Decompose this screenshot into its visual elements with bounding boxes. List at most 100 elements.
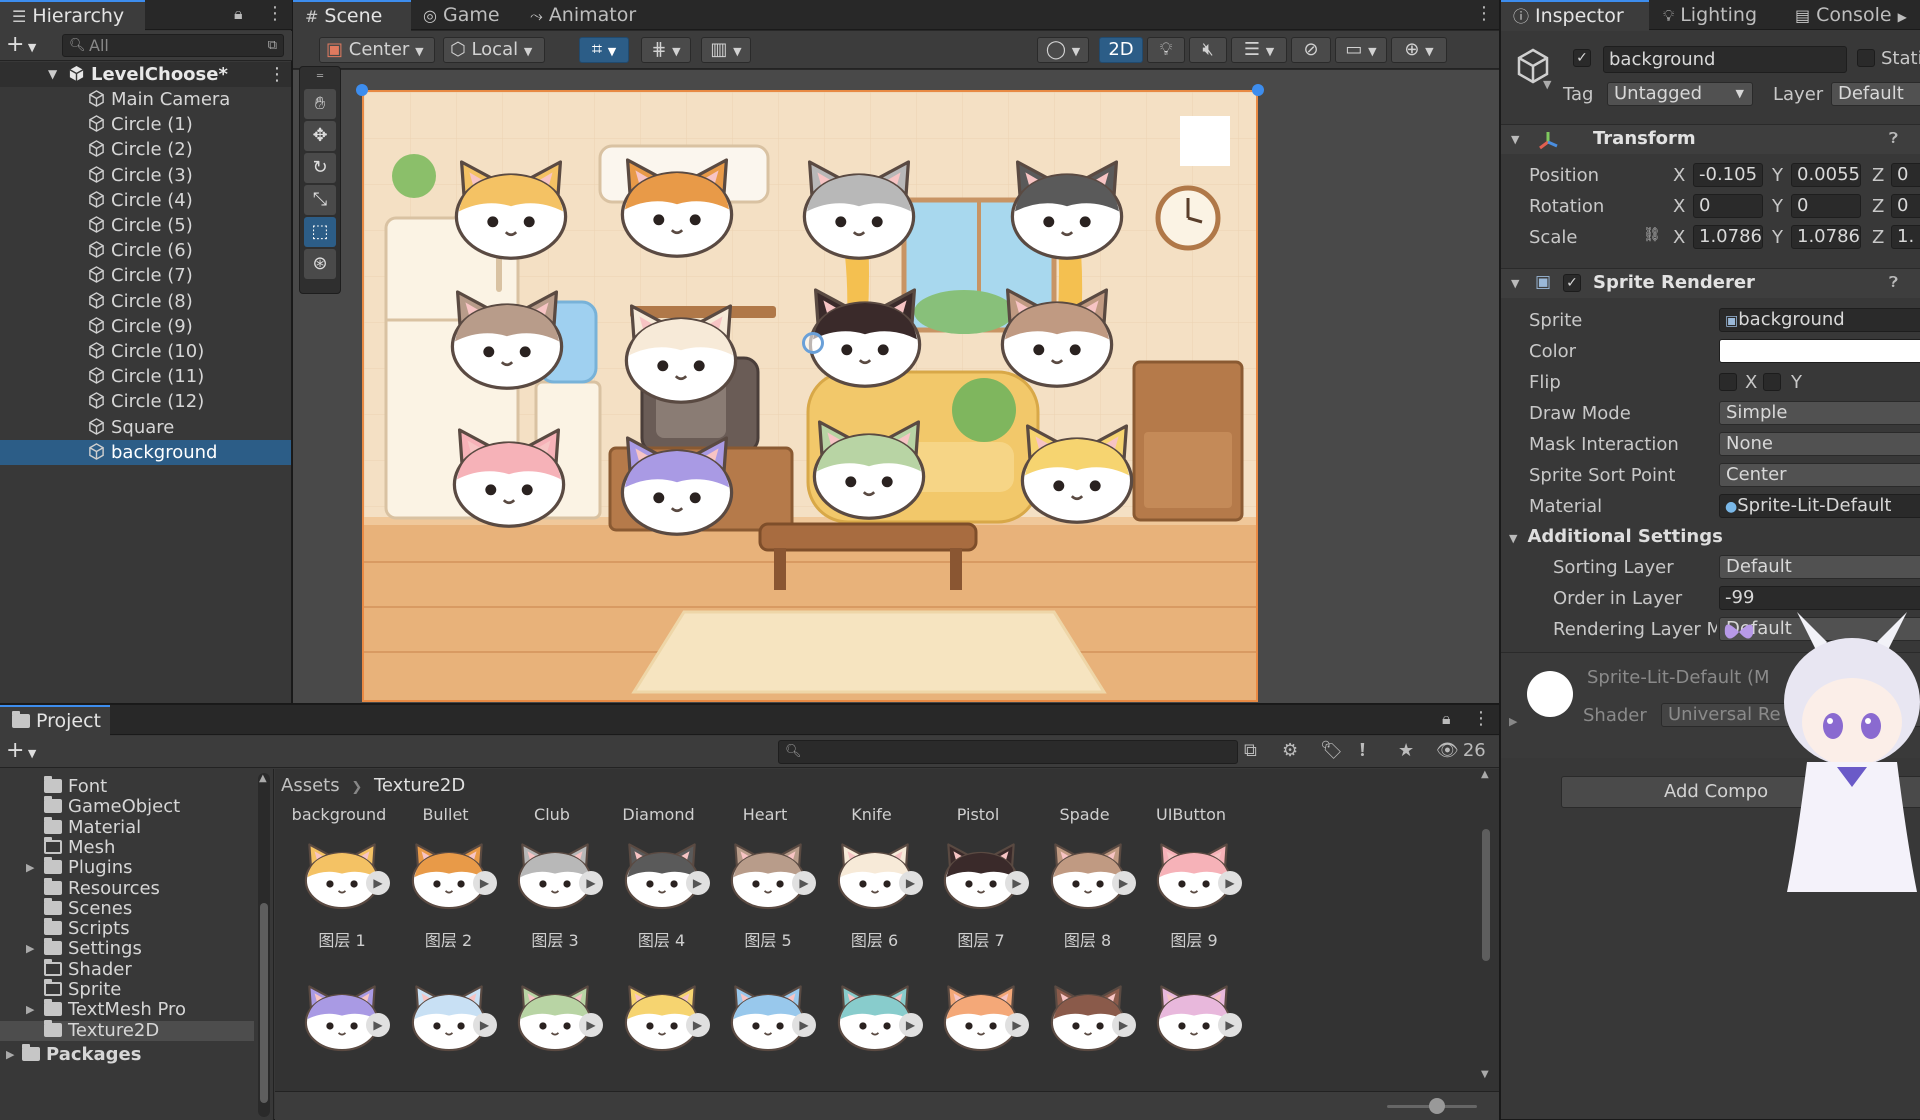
scene-cat-sprite[interactable] [612, 430, 742, 542]
lighting-toggle-icon[interactable]: 💡︎ [1147, 37, 1185, 63]
hierarchy-item[interactable]: Circle (1) [0, 112, 291, 137]
project-folder[interactable]: Mesh [0, 836, 254, 858]
play-icon[interactable]: ▶ [898, 1013, 923, 1037]
lock-icon[interactable]: 🔒︎ [1442, 709, 1451, 729]
scene-cat-sprite[interactable] [442, 284, 572, 396]
scene-cat-sprite[interactable] [612, 152, 742, 264]
project-folder[interactable]: Font [0, 776, 254, 797]
scroll-up-arrow[interactable]: ▲ [1481, 769, 1489, 780]
search-filter-icon[interactable]: ⧉ [268, 35, 277, 56]
hierarchy-item[interactable]: Circle (6) [0, 238, 291, 263]
asset-header-item[interactable]: Pistol [928, 805, 1028, 824]
tab-animator[interactable]: ⤳ Animator [518, 0, 648, 30]
tab-game[interactable]: ◎ Game [411, 0, 512, 30]
chevron-right-icon[interactable]: ▶ [1509, 715, 1517, 728]
component-menu-icon[interactable]: ⋮ [1915, 128, 1920, 149]
asset-header-item[interactable]: Heart [715, 805, 815, 824]
rotation-z-axis-label[interactable]: Z [1872, 196, 1884, 217]
more-options-icon[interactable]: ⋮ [1475, 3, 1493, 24]
warning-filter-icon[interactable]: ❗︎ [1360, 740, 1365, 761]
play-icon[interactable]: ▶ [1005, 1013, 1029, 1037]
hierarchy-item[interactable]: Circle (8) [0, 289, 291, 314]
2d-toggle-button[interactable]: 2D [1099, 37, 1143, 63]
position-z-axis-label[interactable]: Z [1872, 165, 1884, 186]
scale-z-input[interactable]: 1. [1891, 225, 1920, 249]
project-folder[interactable]: Material [0, 816, 254, 838]
play-icon[interactable]: ▶ [1005, 871, 1029, 895]
scene-cat-sprite[interactable] [444, 422, 574, 534]
texture-asset[interactable]: ▶ 图层 2 [396, 839, 502, 951]
play-icon[interactable]: ▶ [366, 1013, 390, 1037]
scale-x-input[interactable]: 1.0786 [1693, 225, 1763, 249]
gizmos-button[interactable]: ⊕ ▼ [1391, 37, 1447, 63]
scale-z-axis-label[interactable]: Z [1872, 227, 1884, 248]
effects-toggle-button[interactable]: ☰ ▼ [1231, 37, 1287, 63]
scene-viewport[interactable]: ═ ✋︎ ✥ ↻ ⤡ ⬚ ⊛ [293, 66, 1499, 703]
project-folder[interactable]: ▶ Plugins [0, 857, 254, 878]
project-folder[interactable]: Sprite [0, 979, 254, 1000]
texture-asset[interactable]: ▶ [928, 981, 1034, 1071]
hierarchy-item[interactable]: Circle (3) [0, 163, 291, 188]
scale-x-axis-label[interactable]: X [1673, 227, 1685, 248]
chevron-down-icon[interactable]: ▼ [1511, 277, 1519, 290]
tag-dropdown[interactable]: Untagged ▼ [1607, 82, 1753, 106]
scrollbar-thumb[interactable] [1482, 829, 1490, 961]
background-sprite[interactable] [362, 90, 1258, 702]
asset-header-item[interactable]: Bullet [396, 805, 496, 824]
chevron-down-icon[interactable]: ▼ [1543, 78, 1551, 91]
rotation-x-input[interactable]: 0 [1693, 194, 1763, 218]
scene-visibility-icon[interactable]: ⊘ [1291, 37, 1331, 63]
transform-header[interactable]: ▼ Transform ❓︎ ⋮ [1501, 124, 1920, 154]
hierarchy-item[interactable]: Circle (10) [0, 339, 291, 364]
texture-asset[interactable]: ▶ 图层 6 [822, 839, 928, 951]
texture-asset[interactable]: ▶ 图层 5 [715, 839, 821, 951]
search-window-icon[interactable]: ⧉ [1244, 740, 1257, 761]
sorting-layer-dropdown[interactable]: Default [1719, 555, 1920, 579]
scene-cat-sprite[interactable] [1002, 154, 1132, 266]
rect-tool-icon[interactable]: ⬚ [304, 217, 336, 247]
tab-hierarchy[interactable]: ☰ Hierarchy [0, 0, 145, 31]
filter-by-label-icon[interactable]: 🏷︎ [1320, 740, 1343, 761]
zoom-slider-thumb[interactable] [1429, 1098, 1445, 1114]
hierarchy-item[interactable]: Circle (9) [0, 314, 291, 339]
pivot-center-dropdown[interactable]: ▣ Center ▼ [319, 37, 435, 63]
additional-settings-foldout[interactable]: ▼ Additional Settings [1509, 526, 1723, 547]
hierarchy-item[interactable]: Circle (2) [0, 137, 291, 162]
hierarchy-search-input[interactable]: 🔍︎ All ⧉ [62, 34, 284, 57]
pivot-gizmo[interactable] [802, 332, 824, 354]
hierarchy-item[interactable]: Square [0, 415, 291, 440]
chevron-right-icon[interactable]: ▶ [1898, 10, 1907, 24]
texture-asset[interactable]: ▶ 图层 8 [1035, 839, 1141, 951]
texture-asset[interactable]: ▶ [502, 981, 608, 1071]
play-icon[interactable]: ▶ [1111, 871, 1136, 895]
play-icon[interactable]: ▶ [1218, 1013, 1242, 1037]
texture-asset[interactable]: ▶ 图层 4 [609, 839, 715, 951]
flip-y-checkbox[interactable] [1763, 373, 1781, 391]
scroll-up-arrow[interactable]: ▲ [259, 773, 267, 784]
chevron-right-icon[interactable]: ▶ [26, 858, 34, 878]
position-y-input[interactable]: 0.0055 [1791, 163, 1861, 187]
rect-handle-tl[interactable] [356, 84, 368, 96]
hierarchy-item[interactable]: Circle (7) [0, 263, 291, 288]
rotation-x-axis-label[interactable]: X [1673, 196, 1685, 217]
audio-toggle-icon[interactable]: 🔇︎ [1189, 37, 1227, 63]
sprite-renderer-header[interactable]: ▼ ▣ ✓ Sprite Renderer ❓︎ ⋮ [1501, 268, 1920, 298]
texture-asset[interactable]: ▶ [396, 981, 502, 1071]
sprite-renderer-enabled-checkbox[interactable]: ✓ [1563, 274, 1581, 292]
rotate-tool-icon[interactable]: ↻ [304, 153, 336, 183]
draw-mode-button[interactable]: ◯ ▼ [1037, 37, 1089, 63]
asset-header-item[interactable]: Club [502, 805, 602, 824]
rotation-z-input[interactable]: 0 [1891, 194, 1920, 218]
favorite-star-icon[interactable]: ★ [1398, 740, 1414, 761]
play-icon[interactable]: ▶ [579, 1013, 603, 1037]
hierarchy-item[interactable]: Circle (4) [0, 188, 291, 213]
texture-asset[interactable]: ▶ [1035, 981, 1141, 1071]
position-x-input[interactable]: -0.105 [1693, 163, 1763, 187]
drag-handle-icon[interactable]: ═ [308, 71, 332, 83]
play-icon[interactable]: ▶ [792, 871, 816, 895]
project-folder[interactable]: Resources [0, 877, 254, 899]
texture-asset[interactable]: ▶ [289, 981, 395, 1071]
play-icon[interactable]: ▶ [579, 871, 603, 895]
tab-lighting[interactable]: 💡︎ Lighting [1651, 0, 1769, 30]
project-folder[interactable]: ▶ TextMesh Pro [0, 999, 254, 1020]
